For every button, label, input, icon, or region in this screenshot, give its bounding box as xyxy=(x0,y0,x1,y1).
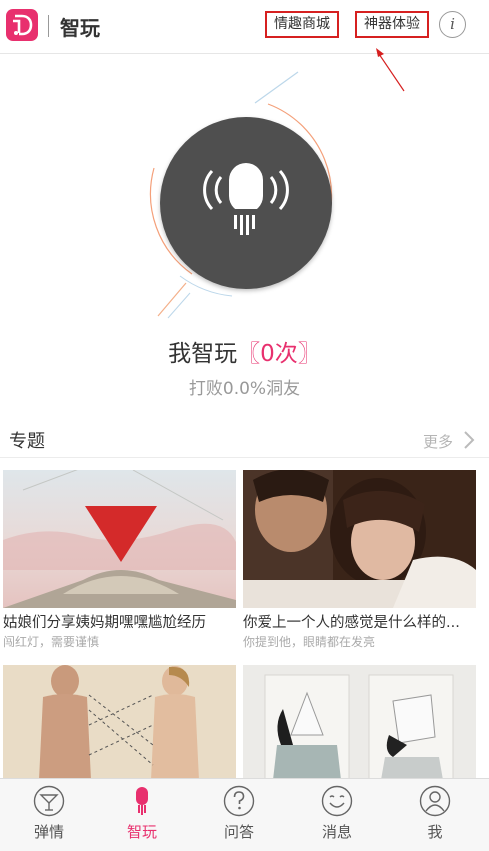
topic-card[interactable]: 你爱上一个人的感觉是什么样的... 你提到他，眼睛都在发亮 xyxy=(243,470,476,650)
section-title: 专题 xyxy=(9,431,45,452)
cocktail-icon xyxy=(33,785,65,817)
header-divider xyxy=(48,15,49,37)
topic-subtitle: 闯红灯，需要谨慎 xyxy=(3,635,100,649)
microphone-icon xyxy=(203,163,289,235)
tab-me[interactable]: 我 xyxy=(386,779,484,851)
info-button[interactable]: i xyxy=(439,11,466,38)
count-bracket-close: 〗 xyxy=(297,341,321,367)
tab-flirt[interactable]: 弹情 xyxy=(0,779,98,851)
topic-thumbnail xyxy=(3,470,236,608)
topic-card[interactable] xyxy=(243,665,476,780)
tab-smartplay[interactable]: 智玩 xyxy=(93,779,191,851)
voice-play-button[interactable] xyxy=(160,117,332,289)
topic-card[interactable] xyxy=(3,665,236,780)
microphone-icon xyxy=(136,787,148,815)
app-logo-icon[interactable] xyxy=(6,9,38,41)
tab-label: 我 xyxy=(427,823,443,841)
tab-label: 消息 xyxy=(321,823,352,841)
shop-link[interactable]: 情趣商城 xyxy=(265,11,339,38)
count-prefix: 我智玩 xyxy=(168,341,238,367)
tab-qa[interactable]: 问答 xyxy=(190,779,288,851)
topic-subtitle: 你提到他，眼睛都在发亮 xyxy=(243,635,376,649)
trial-link[interactable]: 神器体验 xyxy=(355,11,429,38)
topic-thumbnail xyxy=(243,665,476,780)
page-title: 智玩 xyxy=(60,16,100,40)
tab-label: 问答 xyxy=(223,823,254,841)
count-value: 0次 xyxy=(260,341,298,367)
topic-thumbnail xyxy=(3,665,236,780)
play-count: 我智玩〖0次〗 xyxy=(0,334,489,368)
chevron-right-icon[interactable] xyxy=(462,430,476,450)
bottom-tab-bar: 弹情 智玩 问答 消息 我 xyxy=(0,778,489,851)
topics-section-header: 专题 更多 xyxy=(0,418,489,458)
tab-messages[interactable]: 消息 xyxy=(288,779,386,851)
tab-label: 智玩 xyxy=(126,823,157,841)
topic-title: 姑娘们分享姨妈期嘿嘿尴尬经历 xyxy=(3,615,206,631)
more-link[interactable]: 更多 xyxy=(423,431,453,452)
user-icon xyxy=(419,785,451,817)
topic-card[interactable]: 姑娘们分享姨妈期嘿嘿尴尬经历 闯红灯，需要谨慎 xyxy=(3,470,236,650)
app-header: 智玩 情趣商城 神器体验 i xyxy=(0,0,489,54)
tab-label: 弹情 xyxy=(33,823,64,841)
topic-thumbnail xyxy=(243,470,476,608)
smiley-icon xyxy=(321,785,353,817)
count-bracket-open: 〖 xyxy=(237,341,261,367)
question-icon xyxy=(223,785,255,817)
annotation-arrow-icon xyxy=(376,48,405,92)
topic-title: 你爱上一个人的感觉是什么样的... xyxy=(243,615,460,631)
beat-stat: 打败0.0%洞友 xyxy=(188,379,301,399)
